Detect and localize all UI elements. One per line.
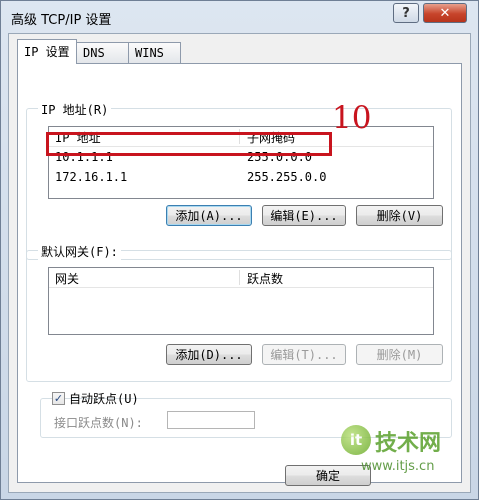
interface-metric-input[interactable] (167, 411, 255, 429)
ip-list-row[interactable]: 172.16.1.1 255.255.0.0 (49, 168, 433, 186)
gateway-add-button[interactable]: 添加(D)... (166, 344, 252, 365)
watermark-brand: 技术网 (375, 431, 442, 456)
gateway-group-title: 默认网关(F): (38, 243, 121, 260)
close-button[interactable]: ✕ (423, 3, 467, 23)
mask-cell: 255.255.0.0 (247, 170, 327, 184)
window-title: 高级 TCP/IP 设置 (11, 13, 112, 28)
watermark-url: www.itjs.cn (361, 459, 435, 474)
tab-dns[interactable]: DNS (76, 42, 129, 63)
tab-label: DNS (83, 46, 105, 60)
brand-logo-icon: it (341, 425, 371, 455)
watermark: it 技术网 www.itjs.cn (341, 421, 477, 493)
column-header-metric[interactable]: 跃点数 (247, 270, 283, 287)
interface-metric-label: 接口跃点数(N): (54, 416, 143, 430)
gateway-list[interactable]: 网关 跃点数 (48, 267, 434, 335)
column-header-gateway[interactable]: 网关 (55, 270, 79, 287)
tab-page-ip-settings: IP 地址(R) IP 地址 子网掩码 10.1.1.1 255.0.0.0 1… (17, 63, 462, 483)
tab-label: IP 设置 (24, 45, 70, 59)
highlight-box (46, 132, 332, 156)
ip-add-button[interactable]: 添加(A)... (166, 205, 252, 226)
ip-cell: 172.16.1.1 (55, 170, 128, 184)
gateway-list-header: 网关 跃点数 (49, 268, 433, 288)
advanced-tcpip-dialog: 高级 TCP/IP 设置 ? ✕ IP 设置 DNS WINS IP 地址(R)… (0, 0, 479, 500)
close-icon: ✕ (439, 5, 451, 21)
ip-address-group-title: IP 地址(R) (38, 101, 112, 118)
ip-delete-button[interactable]: 删除(V) (356, 205, 443, 226)
annotation-number: 10 (332, 100, 372, 136)
column-divider[interactable] (239, 270, 240, 285)
tab-ip-settings[interactable]: IP 设置 (17, 39, 77, 64)
tab-label: WINS (135, 46, 164, 60)
gateway-delete-button[interactable]: 删除(M) (356, 344, 443, 365)
help-button[interactable]: ? (393, 3, 419, 23)
auto-metric-label[interactable]: 自动跃点(U) (69, 390, 139, 407)
auto-metric-checkbox[interactable]: ✓ (52, 392, 65, 405)
tab-wins[interactable]: WINS (128, 42, 181, 63)
help-icon: ? (402, 5, 410, 21)
ip-edit-button[interactable]: 编辑(E)... (262, 205, 346, 226)
gateway-edit-button[interactable]: 编辑(T)... (262, 344, 346, 365)
title-bar: 高级 TCP/IP 设置 ? ✕ (1, 1, 478, 33)
checkmark-icon: ✓ (53, 392, 64, 405)
